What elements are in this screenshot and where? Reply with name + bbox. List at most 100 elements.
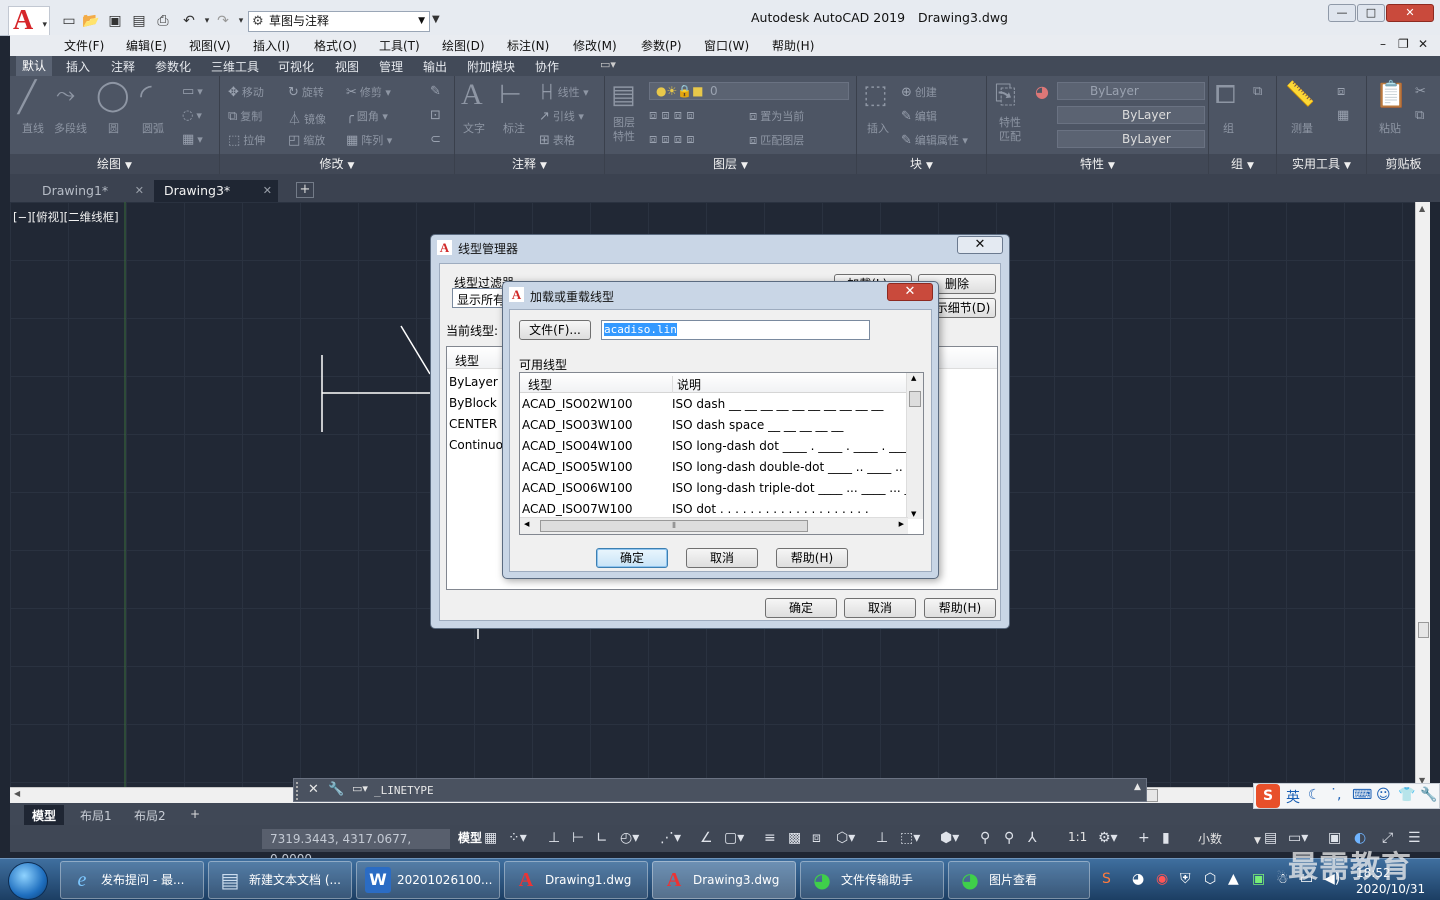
color-select[interactable]: ByLayer [1057, 82, 1205, 100]
vertical-scrollbar[interactable]: ▲ ▼ [1415, 202, 1430, 787]
dimension-label[interactable]: 标注 [503, 120, 525, 136]
application-menu-button[interactable]: A ▾ [8, 5, 50, 36]
open-folder-icon[interactable]: 📂 [82, 12, 100, 30]
customize-qat-icon[interactable]: ▼ [432, 14, 440, 25]
wrench-icon[interactable]: 🔧 [328, 782, 344, 797]
tab-addins[interactable]: 附加模块 [467, 58, 515, 75]
table-row[interactable]: ACAD_ISO06W100 ISO long-dash triple-dot _… [520, 478, 908, 499]
polyline-icon[interactable]: ⤳ [56, 80, 75, 108]
edit-attr-tool[interactable]: ✎ 编辑属性 ▾ [901, 132, 968, 148]
tab-visualize[interactable]: 可视化 [278, 58, 314, 75]
table-row[interactable]: ACAD_ISO04W100 ISO long-dash dot ____ . _… [520, 436, 908, 457]
menu-edit[interactable]: 编辑(E) [126, 37, 167, 54]
text-icon[interactable]: A [461, 78, 483, 112]
group-icon[interactable]: ⧠ [1215, 80, 1236, 111]
save-as-icon[interactable]: ▤ [130, 12, 148, 30]
ungroup-icon[interactable]: ⧉ [1253, 84, 1265, 99]
selection-filter-icon[interactable]: ⬚▾ [900, 830, 920, 846]
tab-layout2[interactable]: 布局2 [126, 805, 174, 825]
insert-block-icon[interactable]: ⬚ [863, 80, 888, 110]
linetype-select[interactable]: ByLayer [1057, 106, 1205, 124]
explode-icon[interactable]: ⊡ [430, 108, 444, 123]
task-drawing1[interactable]: A Drawing1.dwg [504, 861, 648, 899]
object-snap-tracking-icon[interactable]: ∠ [700, 830, 713, 846]
command-prompt-icon[interactable]: ▭▾ [352, 782, 368, 795]
snap-icon[interactable]: ⁘▾ [508, 830, 527, 846]
redo-icon[interactable]: ↷ [214, 12, 232, 30]
linear-tool[interactable]: ├┤ 线性 ▾ [539, 84, 589, 100]
tab-default[interactable]: 默认 [16, 56, 53, 76]
ok-button[interactable]: 确定 [765, 598, 837, 618]
array-tool[interactable]: ▦ 阵列 ▾ [346, 132, 392, 148]
selection-cycling-icon[interactable]: ⧈ [812, 830, 821, 846]
chevron-up-icon[interactable]: ▲ [1134, 782, 1141, 792]
tab-manage[interactable]: 管理 [379, 58, 403, 75]
line-label[interactable]: 直线 [22, 120, 44, 136]
user-icon[interactable]: ☺ [1376, 787, 1391, 803]
transparency-icon[interactable]: ▩ [788, 830, 801, 846]
sogou-tray-icon[interactable]: S [1102, 871, 1111, 887]
task-ie[interactable]: e 发布提问 - 最... [60, 861, 204, 899]
col-linetype[interactable]: 线型 [528, 376, 552, 393]
gizmo-icon[interactable]: ⬢▾ [940, 830, 959, 846]
tab-model[interactable]: 模型 [24, 805, 65, 825]
scrollbar-thumb[interactable]: ⦀ [540, 520, 808, 532]
menu-modify[interactable]: 修改(M) [573, 37, 617, 54]
layer-select[interactable]: ●☀🔒■ 0 [649, 82, 849, 100]
menu-dimension[interactable]: 标注(N) [507, 37, 549, 54]
list-horizontal-scrollbar[interactable]: ◀ ⦀ ▶ [520, 517, 908, 534]
circle-icon[interactable]: ◯ [96, 78, 130, 113]
task-notepad[interactable]: ▤ 新建文本文档 (... [208, 861, 352, 899]
measure-icon[interactable]: 📏 [1285, 80, 1315, 108]
calculator-icon[interactable]: ▦ [1337, 108, 1352, 123]
doc-tab-drawing3[interactable]: Drawing3* ✕ [154, 180, 278, 202]
tab-layout1[interactable]: 布局1 [72, 805, 120, 825]
panel-utilities-title[interactable]: 实用工具 ▼ [1277, 154, 1366, 174]
offset-icon[interactable]: ⊂ [430, 132, 444, 147]
stretch-tool[interactable]: ⬚ 拉伸 [228, 132, 265, 148]
tab-output[interactable]: 输出 [423, 58, 447, 75]
table-row[interactable]: ACAD_ISO03W100 ISO dash space __ __ __ __… [520, 415, 908, 436]
panel-draw-title[interactable]: 绘图 ▼ [10, 154, 219, 174]
workspace-select[interactable]: ⚙ 草图与注释 ▼ [248, 11, 430, 32]
match-properties-label[interactable]: 特性 匹配 [999, 116, 1021, 144]
add-layout-icon[interactable]: + [182, 805, 208, 825]
ime-language[interactable]: 英 [1286, 787, 1300, 807]
undo-icon[interactable]: ↶ [180, 12, 198, 30]
wrench-icon[interactable]: 🔧 [1420, 787, 1437, 803]
cut-icon[interactable]: ✂ [1415, 84, 1429, 99]
hatch-icon[interactable]: ◌ ▾ [182, 108, 202, 123]
menu-tools[interactable]: 工具(T) [379, 37, 420, 54]
grid-icon[interactable]: ▦ [484, 830, 497, 846]
scrollbar-thumb[interactable] [1146, 789, 1158, 802]
match-layer-tool[interactable]: ⧈ 匹配图层 [749, 132, 804, 148]
annotation-visibility-icon[interactable]: ⚲ [980, 830, 990, 846]
scroll-up-icon[interactable]: ▲ [911, 374, 916, 382]
keyboard-icon[interactable]: ⌨ [1352, 787, 1372, 803]
start-button[interactable] [8, 862, 48, 900]
scrollbar-thumb[interactable] [1418, 622, 1429, 638]
paste-label[interactable]: 粘贴 [1379, 120, 1401, 136]
annotation-monitor-icon[interactable]: + [1138, 830, 1150, 846]
menu-draw[interactable]: 绘图(D) [442, 37, 485, 54]
close-button[interactable]: ✕ [887, 283, 933, 301]
file-button[interactable]: 文件(F)... [519, 320, 591, 340]
dynamic-input-icon[interactable]: ⊢ [572, 830, 584, 846]
save-icon[interactable]: ▣ [106, 12, 124, 30]
ribbon-options-icon[interactable]: ▭▾ [600, 58, 616, 71]
security-tray-icon[interactable]: ⛨ [1180, 871, 1191, 887]
group-label[interactable]: 组 [1223, 120, 1234, 136]
quick-properties-icon[interactable]: ▤ [1264, 830, 1277, 846]
color-wheel-icon[interactable]: ◕ [1035, 82, 1049, 101]
text-label[interactable]: 文字 [463, 120, 485, 136]
paste-icon[interactable]: 📋 [1375, 80, 1407, 110]
restore-button[interactable]: □ [1357, 4, 1385, 22]
sogou-logo-icon[interactable]: S [1256, 784, 1280, 808]
scroll-right-icon[interactable]: ▶ [899, 520, 904, 528]
dialog-title-bar[interactable]: A 线型管理器 ✕ [431, 235, 1009, 259]
wechat-tray-icon[interactable]: ◕ [1132, 871, 1144, 887]
panel-groups-title[interactable]: 组 ▼ [1209, 154, 1276, 174]
network-tray-icon[interactable]: ▲ [1228, 871, 1239, 887]
gradient-icon[interactable]: ▦ ▾ [182, 132, 203, 147]
mirror-tool[interactable]: ⏃ 镜像 [288, 108, 326, 127]
